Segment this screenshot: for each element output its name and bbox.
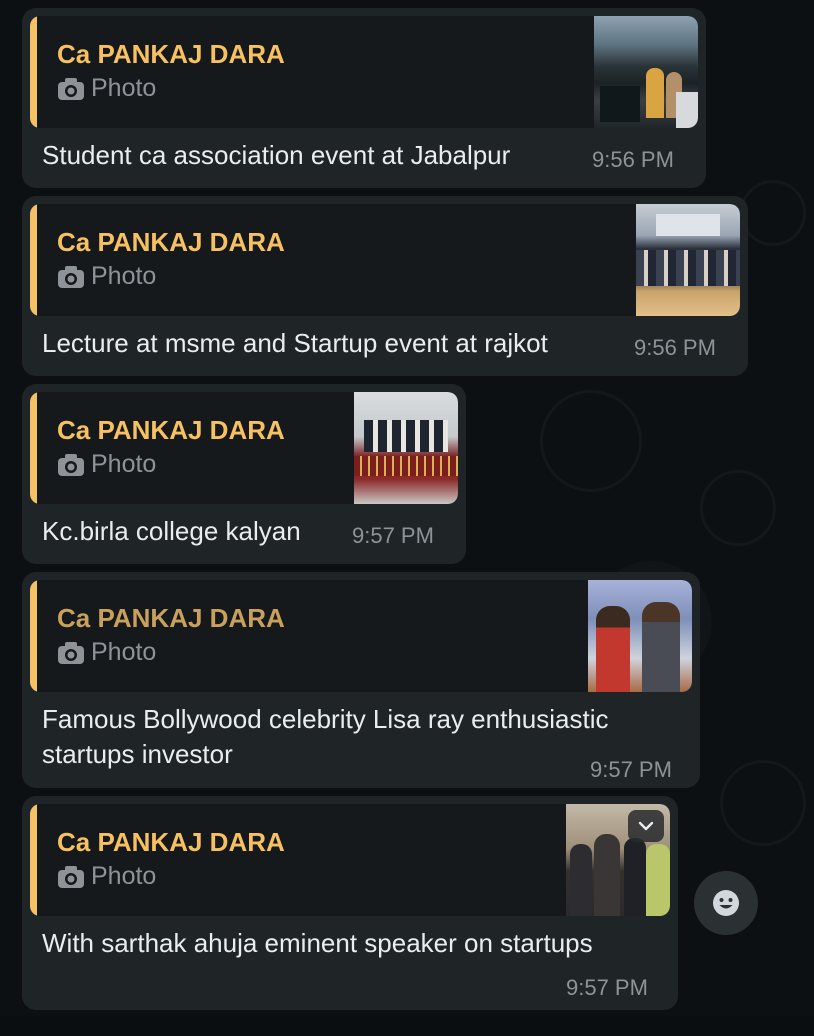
quote-media-label: Photo — [91, 262, 157, 290]
quote-author: Ca PANKAJ DARA — [57, 603, 285, 633]
message-text: Kc.birla college kalyan — [42, 516, 301, 546]
emoji-icon — [713, 890, 739, 916]
quote-accent-bar — [30, 580, 37, 692]
quoted-message[interactable]: Ca PANKAJ DARA Photo — [30, 580, 692, 692]
message-bubble[interactable]: Ca PANKAJ DARA Photo Lecture at msme and… — [22, 196, 748, 376]
bottom-edge — [0, 1016, 814, 1036]
message-text: With sarthak ahuja eminent speaker on st… — [42, 928, 593, 958]
camera-icon — [58, 265, 84, 288]
camera-icon — [58, 453, 84, 476]
camera-icon — [58, 641, 84, 664]
photo-thumbnail[interactable] — [594, 16, 698, 128]
message-bubble[interactable]: Ca PANKAJ DARA Photo With sarthak ahuja … — [22, 796, 678, 1010]
quote-media-type: Photo — [57, 450, 354, 479]
quote-author: Ca PANKAJ DARA — [57, 415, 285, 445]
quote-media-label: Photo — [91, 450, 157, 478]
background-doodle — [740, 180, 806, 246]
quote-author: Ca PANKAJ DARA — [57, 227, 285, 257]
message-bubble[interactable]: Ca PANKAJ DARA Photo Kc.birla college ka… — [22, 384, 466, 564]
background-doodle — [540, 390, 642, 492]
camera-icon — [58, 77, 84, 100]
message-text: Famous Bollywood celebrity Lisa ray enth… — [42, 704, 609, 769]
photo-thumbnail[interactable] — [566, 804, 670, 916]
message-timestamp: 9:56 PM — [592, 147, 674, 172]
message-text: Student ca association event at Jabalpur — [42, 140, 511, 170]
quote-accent-bar — [30, 392, 37, 504]
photo-thumbnail[interactable] — [354, 392, 458, 504]
quote-media-label: Photo — [91, 638, 157, 666]
camera-icon — [58, 865, 84, 888]
message-timestamp: 9:57 PM — [352, 523, 434, 548]
quote-accent-bar — [30, 204, 37, 316]
quoted-message[interactable]: Ca PANKAJ DARA Photo — [30, 16, 698, 128]
photo-thumbnail[interactable] — [636, 204, 740, 316]
quote-media-type: Photo — [57, 862, 566, 891]
chat-panel: Ca PANKAJ DARA Photo Student ca associat… — [0, 0, 814, 1036]
quote-media-type: Photo — [57, 262, 636, 291]
quoted-message[interactable]: Ca PANKAJ DARA Photo — [30, 392, 458, 504]
message-bubble[interactable]: Ca PANKAJ DARA Photo Famous Bollywood ce… — [22, 572, 700, 788]
quoted-message[interactable]: Ca PANKAJ DARA Photo — [30, 204, 740, 316]
message-bubble[interactable]: Ca PANKAJ DARA Photo Student ca associat… — [22, 8, 706, 188]
message-text: Lecture at msme and Startup event at raj… — [42, 328, 548, 358]
quote-author: Ca PANKAJ DARA — [57, 827, 285, 857]
quote-media-label: Photo — [91, 862, 157, 890]
background-doodle — [720, 760, 806, 846]
quote-media-label: Photo — [91, 74, 157, 102]
quote-author: Ca PANKAJ DARA — [57, 39, 285, 69]
quote-media-type: Photo — [57, 74, 594, 103]
message-timestamp: 9:57 PM — [590, 757, 672, 782]
quote-accent-bar — [30, 804, 37, 916]
message-timestamp: 9:57 PM — [566, 975, 648, 1000]
chevron-down-icon — [638, 821, 654, 831]
background-doodle — [700, 470, 776, 546]
quote-accent-bar — [30, 16, 37, 128]
quote-media-type: Photo — [57, 638, 588, 667]
quoted-message[interactable]: Ca PANKAJ DARA Photo — [30, 804, 670, 916]
message-timestamp: 9:56 PM — [634, 335, 716, 360]
photo-thumbnail[interactable] — [588, 580, 692, 692]
react-emoji-button[interactable] — [694, 871, 758, 935]
message-menu-button[interactable] — [628, 810, 664, 842]
